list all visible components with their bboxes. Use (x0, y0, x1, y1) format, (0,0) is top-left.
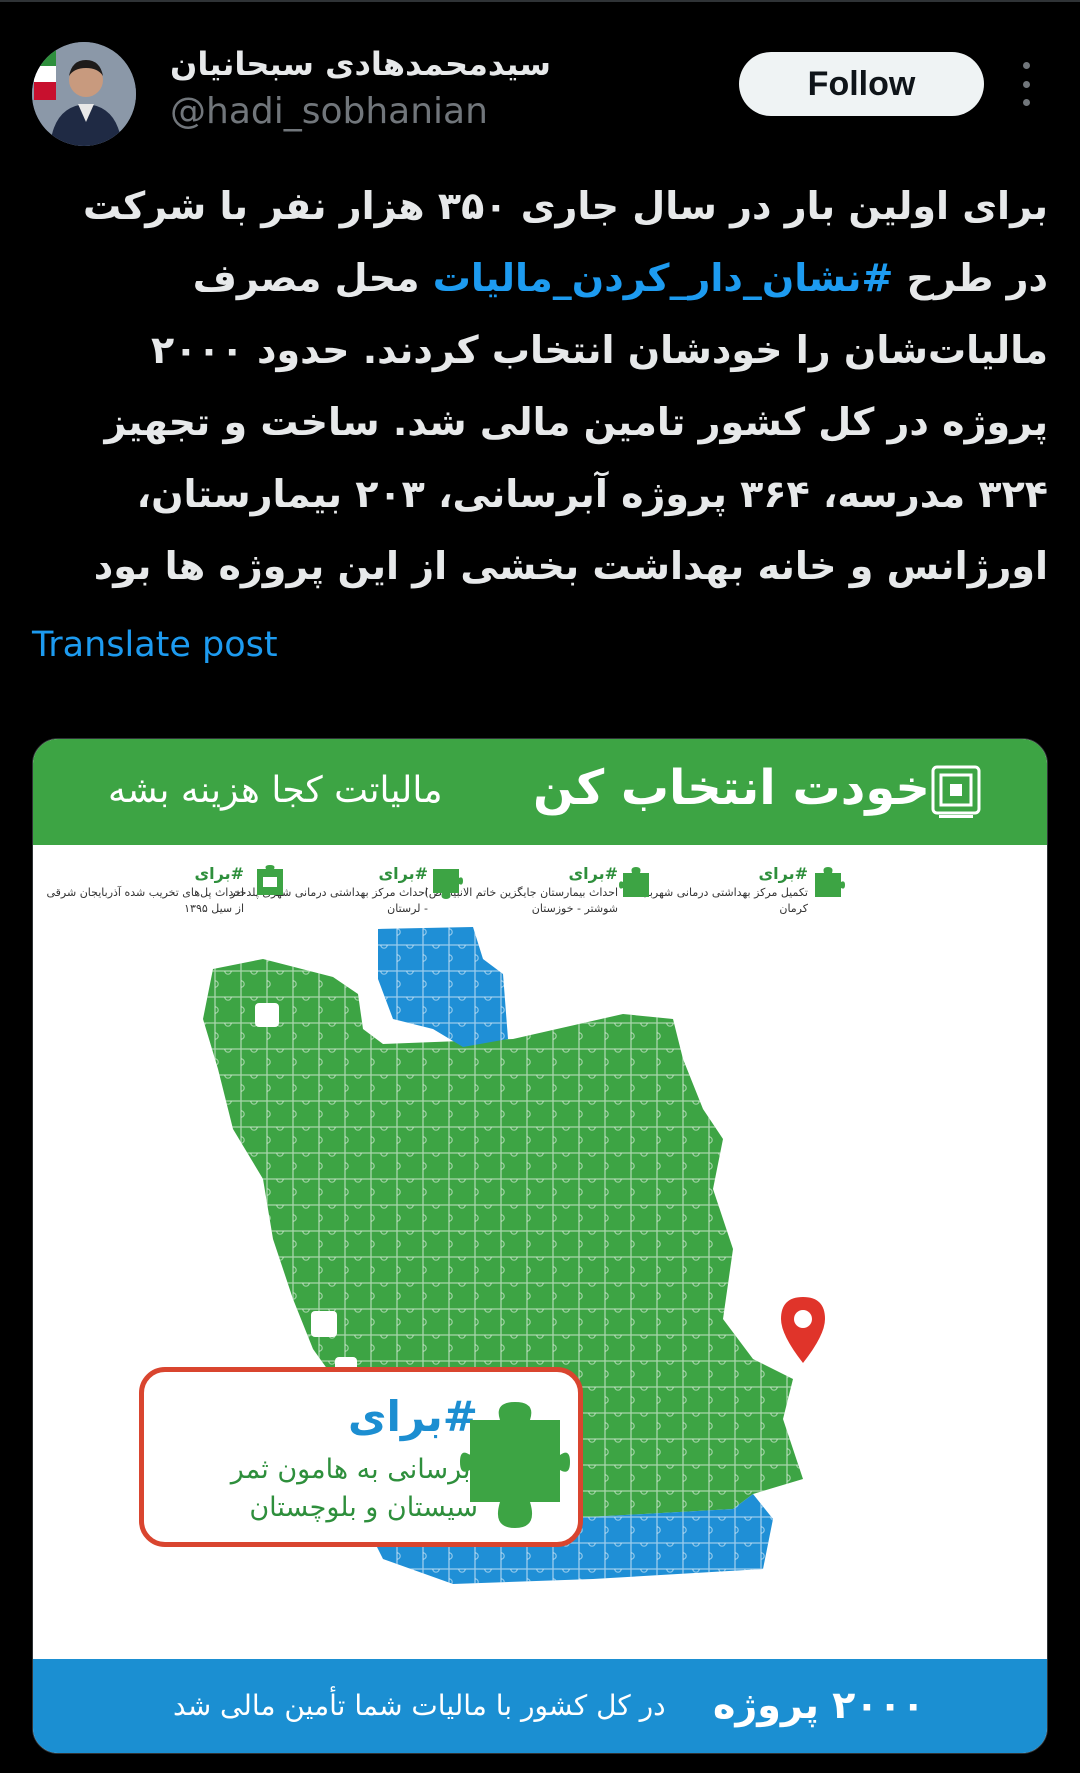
vertical-ellipsis-icon[interactable] (1014, 62, 1038, 106)
top-divider (0, 0, 1080, 2)
media-footer-banner: در کل کشور با مالیات شما تأمین مالی شد ۲… (33, 1659, 1047, 1753)
follow-button[interactable]: Follow (739, 52, 984, 116)
project-hashtag: #برای (194, 864, 244, 883)
author-names: سیدمحمدهادی سبحانیان @hadi_sobhanian (170, 44, 570, 136)
callout-line-1: آبرسانی به هامون ثمر (230, 1454, 478, 1485)
tweet-text-after: محل مصرف مالیات‌شان را خودشان انتخاب کرد… (93, 256, 1048, 588)
featured-project-callout: #برای آبرسانی به هامون ثمر سیستان و بلوچ… (139, 1367, 583, 1547)
footer-headline: ۲۰۰۰ پروژه (713, 1683, 925, 1727)
media-header-banner: مالیاتت کجا هزینه بشه خودت انتخاب کن (33, 739, 1047, 845)
location-pin-icon (781, 1297, 825, 1363)
media-header-title: خودت انتخاب کن (533, 760, 931, 816)
puzzle-piece-icon (619, 867, 649, 897)
tax-organization-logo-icon (931, 765, 981, 818)
project-description: احداث پل‌های تخریب شده آذربایجان شرقی از… (46, 886, 244, 915)
author-avatar[interactable] (32, 42, 136, 146)
tweet-text: برای اولین بار در سال جاری ۳۵۰ هزار نفر … (32, 170, 1048, 602)
project-item: #برای احداث پل‌های تخریب شده آذربایجان ش… (39, 863, 244, 917)
media-header-subtitle: مالیاتت کجا هزینه بشه (108, 770, 443, 811)
callout-line-2: سیستان و بلوچستان (249, 1492, 478, 1523)
puzzle-piece-icon (257, 865, 283, 895)
tweet-media-image[interactable]: مالیاتت کجا هزینه بشه خودت انتخاب کن #بر… (32, 738, 1048, 1754)
puzzle-piece-icon (460, 1402, 570, 1528)
translate-post-link[interactable]: Translate post (32, 622, 278, 668)
puzzle-piece-icon (433, 869, 463, 899)
author-display-name[interactable]: سیدمحمدهادی سبحانیان (170, 44, 570, 84)
hashtag-link[interactable]: #نشان_دار_کردن_مالیات (433, 256, 894, 300)
author-handle[interactable]: @hadi_sobhanian (170, 88, 570, 136)
footer-caption: در کل کشور با مالیات شما تأمین مالی شد (173, 1689, 666, 1722)
callout-hashtag: #برای (348, 1392, 478, 1441)
puzzle-piece-icon (815, 867, 845, 897)
map-blue-north-region (378, 927, 508, 1047)
